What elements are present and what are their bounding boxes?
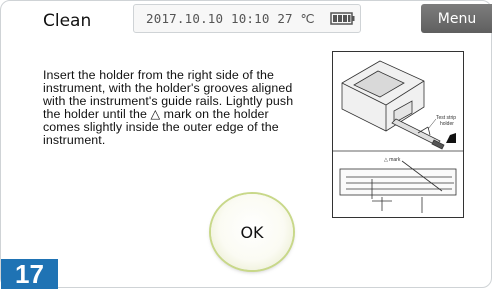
step-number-badge: 17 [1,259,58,289]
mark-label: △ mark [384,157,401,163]
page-title: Clean [43,11,92,31]
battery-icon [330,12,355,25]
holder-label: holder [440,121,454,127]
ok-button[interactable]: OK [211,194,293,270]
status-datetime-temp: 2017.10.10 10:10 27 ℃ [146,11,315,26]
holder-insertion-illustration: Test strip holder △ mark [332,51,464,218]
device-screen: Clean 2017.10.10 10:10 27 ℃ Menu Insert … [0,0,492,289]
instruction-text: Insert the holder from the right side of… [43,68,294,147]
status-bar: 2017.10.10 10:10 27 ℃ [133,4,361,33]
menu-button[interactable]: Menu [421,4,492,33]
